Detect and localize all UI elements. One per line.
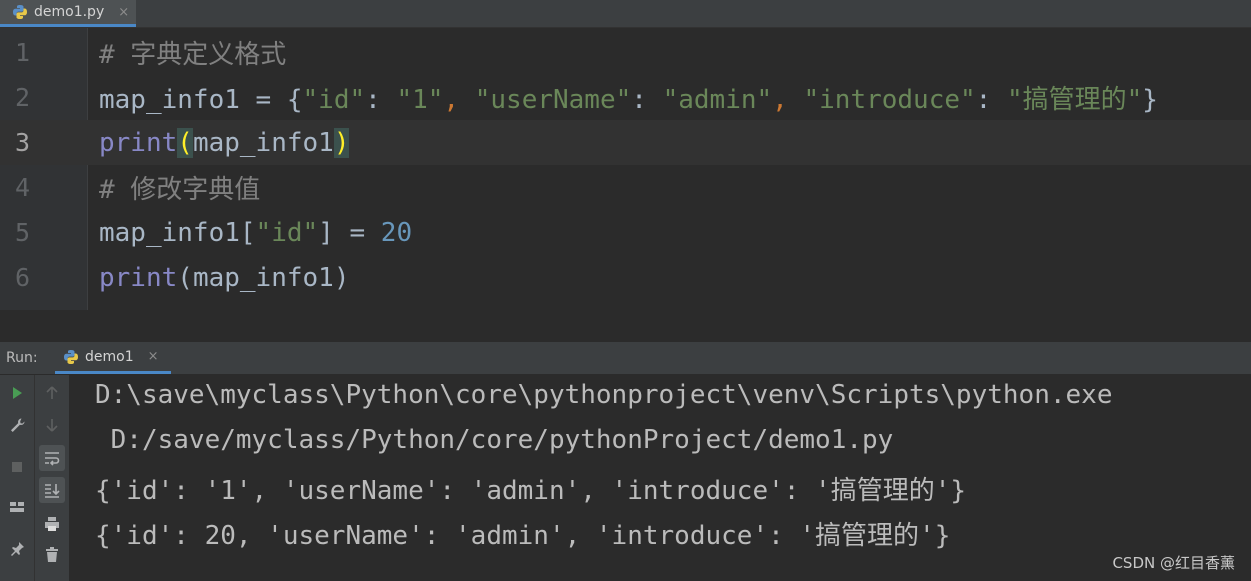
- colon: :: [365, 85, 397, 115]
- console-output-line: {'id': '1', 'userName': 'admin', 'introd…: [95, 476, 967, 506]
- run-toolbar-secondary: [35, 375, 69, 581]
- up-arrow-icon[interactable]: [39, 380, 65, 406]
- dict-key: "id": [255, 217, 319, 248]
- number-literal: 20: [380, 217, 413, 248]
- run-toolwindow-header: Run: demo1 ×: [0, 342, 1251, 374]
- run-label: Run:: [6, 350, 38, 366]
- code-comment: # 修改字典值: [99, 175, 261, 205]
- run-tab-demo1[interactable]: demo1 ×: [55, 342, 171, 374]
- comma: ,: [772, 85, 804, 115]
- tab-label: demo1.py: [34, 4, 105, 20]
- editor-tab-bar: demo1.py ×: [0, 0, 1251, 28]
- assign-op: =: [239, 85, 287, 115]
- python-file-icon: [13, 5, 27, 19]
- line-number: 4: [14, 173, 30, 202]
- console-output-line: {'id': 20, 'userName': 'admin', 'introdu…: [95, 521, 951, 551]
- run-icon[interactable]: [4, 380, 30, 406]
- line-number: 6: [14, 263, 30, 292]
- panel-divider[interactable]: [0, 310, 1251, 343]
- dict-key: "userName": [474, 85, 632, 115]
- stop-icon[interactable]: [4, 454, 30, 480]
- console-output-line: D:\save\myclass\Python\core\pythonprojec…: [95, 380, 1113, 410]
- line-number: 2: [14, 83, 30, 112]
- soft-wrap-icon[interactable]: [39, 445, 65, 471]
- close-paren: ): [333, 262, 350, 293]
- python-run-config-icon: [64, 349, 78, 364]
- comma: ,: [443, 85, 475, 115]
- run-tab-close-icon[interactable]: ×: [148, 349, 159, 364]
- var-name: map_info1: [99, 85, 240, 115]
- line-number: 1: [14, 38, 30, 67]
- trash-icon[interactable]: [39, 542, 65, 568]
- dict-key: "introduce": [803, 85, 976, 115]
- open-paren: (: [177, 262, 193, 293]
- open-bracket: [: [239, 217, 256, 248]
- layout-icon[interactable]: [4, 494, 30, 520]
- code-line-1[interactable]: 1 # 字典定义格式: [0, 30, 1251, 75]
- tab-demo1-py[interactable]: demo1.py ×: [0, 0, 136, 27]
- dict-value: "搞管理的": [1006, 85, 1143, 115]
- var-name: map_info1: [99, 217, 240, 248]
- assign-op: =: [333, 217, 381, 248]
- scroll-to-end-icon[interactable]: [39, 477, 65, 503]
- colon: :: [631, 85, 663, 115]
- close-brace: }: [1142, 85, 1158, 115]
- code-line-3[interactable]: 3 print(map_info1): [0, 120, 1251, 165]
- watermark: CSDN @红目香薰: [1112, 554, 1235, 572]
- line-number: 5: [14, 218, 30, 247]
- line-number: 3: [14, 128, 30, 157]
- down-arrow-icon[interactable]: [39, 412, 65, 438]
- code-line-4[interactable]: 4 # 修改字典值: [0, 165, 1251, 210]
- code-line-6[interactable]: 6 print(map_info1): [0, 255, 1251, 300]
- print-icon[interactable]: [39, 511, 65, 537]
- dict-value: "admin": [662, 85, 773, 115]
- call-arg: map_info1: [192, 262, 334, 293]
- close-bracket: ]: [318, 217, 334, 248]
- call-arg: map_info1: [192, 127, 334, 158]
- code-comment: # 字典定义格式: [99, 40, 287, 70]
- wrench-icon[interactable]: [4, 412, 30, 438]
- console-output-line: D:/save/myclass/Python/core/pythonProjec…: [95, 425, 894, 455]
- run-console[interactable]: D:\save\myclass\Python\core\pythonprojec…: [0, 375, 1251, 581]
- run-toolbar-primary: [0, 375, 35, 581]
- colon: :: [975, 85, 1007, 115]
- run-tab-label: demo1: [85, 348, 134, 365]
- open-brace: {: [286, 85, 303, 115]
- matched-paren: ): [333, 127, 350, 158]
- builtin-print: print: [99, 127, 178, 158]
- code-line-2[interactable]: 2 map_info1 = {"id": "1", "userName": "a…: [0, 75, 1251, 120]
- code-editor[interactable]: 1 # 字典定义格式 2 map_info1 = {"id": "1", "us…: [0, 28, 1251, 310]
- tab-close-icon[interactable]: ×: [118, 5, 129, 20]
- dict-value: "1": [396, 85, 444, 115]
- pin-icon[interactable]: [4, 536, 30, 562]
- matched-paren: (: [177, 127, 193, 158]
- builtin-print: print: [99, 262, 178, 293]
- dict-key: "id": [302, 85, 366, 115]
- code-line-5[interactable]: 5 map_info1["id"] = 20: [0, 210, 1251, 255]
